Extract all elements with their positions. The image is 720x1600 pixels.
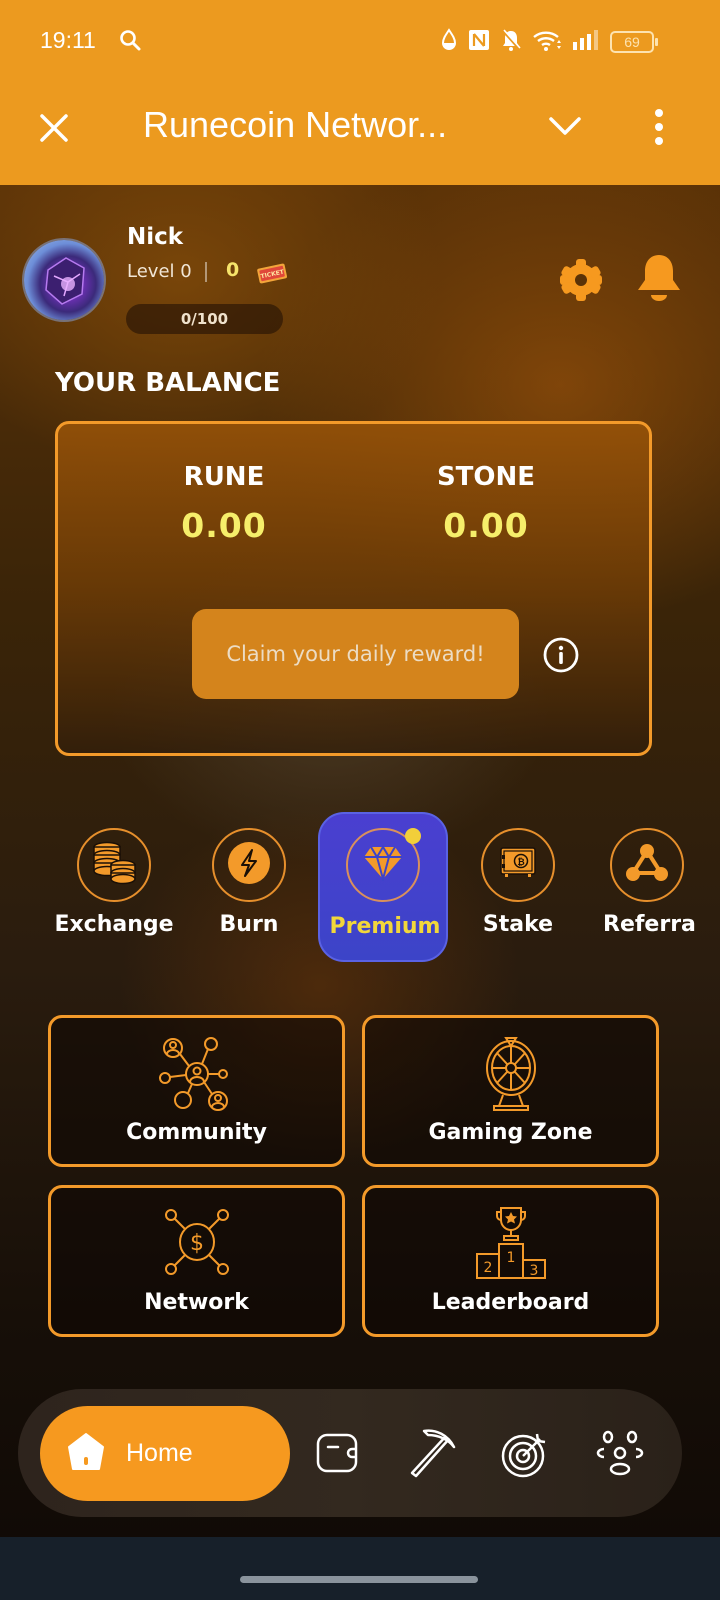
- tile-label: Community: [126, 1120, 267, 1145]
- ticket-count: 0: [226, 259, 240, 281]
- notification-dot: [405, 828, 421, 844]
- stone-label: STONE: [436, 462, 536, 492]
- home-icon: [66, 1432, 106, 1476]
- balance-heading: YOUR BALANCE: [55, 368, 281, 398]
- tile-label: Network: [144, 1290, 249, 1315]
- quick-action-label: Exchange: [54, 912, 174, 937]
- notifications-button[interactable]: [636, 252, 682, 310]
- info-icon[interactable]: [542, 636, 580, 678]
- user-level: Level 0: [127, 261, 192, 282]
- exchange-icon-circle: [77, 828, 151, 902]
- referral-icon-circle: [610, 828, 684, 902]
- nav-home-label: Home: [126, 1439, 193, 1467]
- quick-action-label: Burn: [219, 912, 279, 937]
- vault-icon: ₿: [498, 845, 538, 885]
- battery-indicator: 69: [610, 31, 658, 53]
- nav-tasks[interactable]: [500, 1429, 548, 1478]
- community-icon: [157, 1034, 237, 1118]
- chevron-down-icon[interactable]: [548, 115, 582, 141]
- lightning-icon: [226, 840, 272, 890]
- balance-card: RUNE 0.00 STONE 0.00 Claim your daily re…: [55, 421, 652, 756]
- top-bar: 19:11 69 Runecoin Networ...: [0, 0, 720, 185]
- svg-text:₿: ₿: [517, 857, 524, 868]
- bell-muted-icon: [500, 28, 522, 56]
- quick-action-premium[interactable]: Premium: [318, 812, 448, 962]
- svg-text:2: 2: [483, 1260, 492, 1276]
- svg-text:3: 3: [529, 1263, 538, 1279]
- svg-text:$: $: [190, 1231, 204, 1256]
- status-icons: 69: [440, 28, 658, 56]
- claim-daily-reward-button[interactable]: Claim your daily reward!: [192, 609, 519, 699]
- share-network-icon: [625, 843, 669, 887]
- quick-action-label: Stake: [482, 912, 554, 937]
- search-icon: [118, 28, 142, 56]
- tile-community[interactable]: Community: [48, 1015, 345, 1167]
- data-saver-icon: [440, 28, 458, 56]
- user-name: Nick: [127, 224, 184, 250]
- page-title: Runecoin Networ...: [143, 104, 448, 145]
- wifi-icon: [532, 28, 562, 56]
- diamond-icon: [362, 845, 404, 885]
- ticket-icon: TICKET: [256, 260, 288, 290]
- rune-label: RUNE: [183, 462, 265, 492]
- settings-button[interactable]: [556, 255, 606, 309]
- dollar-network-icon: $: [159, 1204, 235, 1284]
- target-icon: [501, 1433, 546, 1478]
- stake-icon-circle: ₿: [481, 828, 555, 902]
- podium-trophy-icon: 213: [471, 1204, 551, 1288]
- quick-action-burn[interactable]: Burn: [184, 812, 314, 962]
- nfc-icon: [468, 28, 490, 56]
- quick-action-referral[interactable]: Referra: [590, 812, 720, 962]
- stone-balance: 0.00: [443, 506, 529, 545]
- nav-team[interactable]: [596, 1429, 644, 1477]
- home-indicator[interactable]: [240, 1576, 478, 1583]
- coins-icon: [90, 841, 138, 889]
- tile-label: Gaming Zone: [428, 1120, 593, 1145]
- burn-icon-circle: [212, 828, 286, 902]
- quick-action-stake[interactable]: ₿ Stake: [453, 812, 583, 962]
- status-time: 19:11: [40, 27, 96, 53]
- close-button[interactable]: [38, 112, 70, 144]
- quick-action-label: Premium: [329, 914, 441, 939]
- avatar[interactable]: [24, 240, 104, 320]
- tile-network[interactable]: $ Network: [48, 1185, 345, 1337]
- divider: [205, 262, 207, 282]
- system-nav-bar: [0, 1537, 720, 1600]
- group-icon: [596, 1430, 644, 1476]
- wallet-icon: [316, 1433, 358, 1473]
- bottom-nav: Home: [18, 1389, 682, 1517]
- tile-gaming-zone[interactable]: Gaming Zone: [362, 1015, 659, 1167]
- pickaxe-icon: [410, 1429, 456, 1478]
- tile-leaderboard[interactable]: 213 Leaderboard: [362, 1185, 659, 1337]
- nav-wallet[interactable]: [314, 1429, 362, 1477]
- signal-icon: [572, 28, 600, 56]
- nav-home[interactable]: Home: [40, 1406, 290, 1501]
- rune-balance: 0.00: [181, 506, 267, 545]
- xp-progress: 0/100: [126, 304, 283, 334]
- quick-action-exchange[interactable]: Exchange: [49, 812, 179, 962]
- tile-label: Leaderboard: [431, 1290, 590, 1315]
- more-vert-icon[interactable]: [650, 108, 668, 150]
- quick-action-label: Referra: [603, 912, 696, 937]
- nav-mining[interactable]: [406, 1425, 456, 1478]
- svg-text:1: 1: [506, 1250, 515, 1266]
- prize-wheel-icon: [476, 1034, 546, 1118]
